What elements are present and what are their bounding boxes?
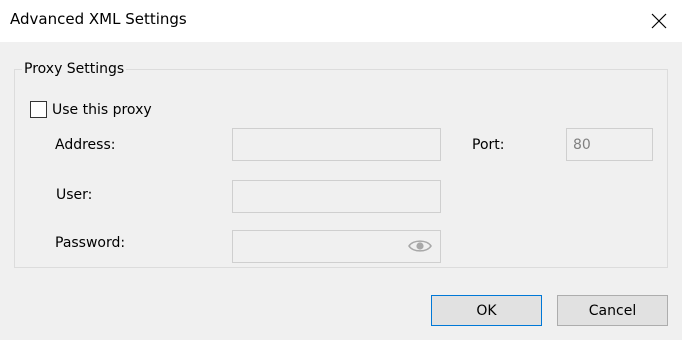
port-label: Port: xyxy=(472,137,505,153)
dialog-title: Advanced XML Settings xyxy=(10,10,187,28)
show-password-button[interactable] xyxy=(407,236,433,256)
cancel-button[interactable]: Cancel xyxy=(557,295,668,326)
address-input[interactable] xyxy=(232,128,441,161)
eye-icon xyxy=(408,240,432,252)
title-bar: Advanced XML Settings xyxy=(0,0,682,42)
ok-button[interactable]: OK xyxy=(431,295,542,326)
close-icon xyxy=(651,13,667,29)
proxy-settings-legend: Proxy Settings xyxy=(22,61,127,77)
password-label: Password: xyxy=(55,235,126,251)
address-label: Address: xyxy=(55,137,116,153)
use-proxy-label: Use this proxy xyxy=(52,101,152,118)
use-proxy-checkbox-row[interactable]: Use this proxy xyxy=(30,101,152,118)
port-input[interactable] xyxy=(566,128,653,161)
use-proxy-checkbox[interactable] xyxy=(30,101,47,118)
close-button[interactable] xyxy=(636,0,682,42)
user-input[interactable] xyxy=(232,180,441,213)
user-label: User: xyxy=(56,187,93,203)
